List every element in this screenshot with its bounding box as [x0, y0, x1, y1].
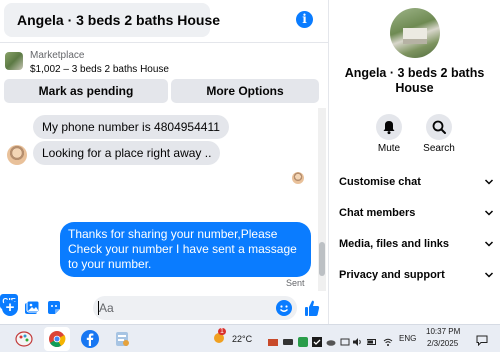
panel-title: Angela · 3 beds 2 baths House: [344, 66, 485, 95]
message-bubble-outgoing: Thanks for sharing your number,Please Ch…: [60, 222, 311, 277]
chevron-down-icon: [484, 179, 494, 185]
listing-thumbnail[interactable]: [5, 52, 23, 70]
weather-alert-badge: 1: [218, 328, 226, 335]
menu-privacy-support[interactable]: Privacy and support: [339, 265, 494, 285]
security-icon[interactable]: [312, 334, 322, 347]
message-input-placeholder: Aa: [99, 301, 114, 315]
info-icon[interactable]: i: [296, 11, 313, 28]
message-list[interactable]: My phone number is 4804954411 Looking fo…: [0, 108, 318, 291]
search-label: Search: [423, 143, 455, 154]
app-tray-icon[interactable]: [298, 334, 308, 347]
menu-label: Customise chat: [339, 176, 421, 188]
chat-scrollbar[interactable]: [318, 108, 326, 291]
emoji-icon[interactable]: [276, 300, 292, 316]
composer-bar: + GIF Aa: [0, 294, 328, 324]
header-divider: [0, 42, 328, 43]
clock-time[interactable]: 10:37 PM: [426, 327, 460, 336]
mark-as-pending-button[interactable]: Mark as pending: [4, 79, 168, 103]
notification-icon[interactable]: [476, 333, 488, 347]
weather-temperature[interactable]: 22°C: [232, 334, 252, 344]
search-icon: [432, 120, 446, 134]
sticker-icon[interactable]: [46, 300, 62, 316]
thumbs-up-icon[interactable]: [304, 299, 320, 317]
plus-icon[interactable]: +: [2, 300, 18, 316]
listing-summary[interactable]: $1,002 – 3 beds 2 baths House: [30, 64, 169, 75]
message-bubble-incoming: Looking for a place right away ..: [33, 141, 221, 165]
mute-button[interactable]: [376, 114, 402, 140]
mute-label: Mute: [377, 143, 401, 154]
sent-status: Sent: [286, 278, 305, 288]
cloud-icon[interactable]: [326, 334, 336, 346]
menu-label: Chat members: [339, 207, 416, 219]
app-icon-chrome[interactable]: [47, 329, 67, 349]
windows-taskbar: 1 22°C ENG 10:37 PM 2/3/2025: [0, 324, 500, 352]
app-icon-facebook[interactable]: [80, 329, 100, 349]
menu-label: Media, files and links: [339, 238, 450, 250]
photo-icon[interactable]: [24, 300, 40, 316]
app-icon-settings[interactable]: [112, 329, 132, 349]
bell-icon: [383, 121, 395, 135]
clock-date[interactable]: 2/3/2025: [427, 339, 458, 348]
mail-icon[interactable]: [268, 334, 278, 346]
menu-chat-members[interactable]: Chat members: [339, 203, 494, 223]
message-input[interactable]: Aa: [93, 296, 297, 320]
search-button[interactable]: [426, 114, 452, 140]
battery-icon[interactable]: [366, 334, 377, 345]
language-indicator[interactable]: ENG: [399, 334, 416, 343]
menu-media-files-links[interactable]: Media, files and links: [339, 234, 494, 254]
sender-avatar: [7, 145, 27, 165]
menu-customise-chat[interactable]: Customise chat: [339, 172, 494, 192]
devices-icon[interactable]: [283, 334, 293, 345]
chat-pane: Angela · 3 beds 2 baths House i Marketpl…: [0, 0, 328, 324]
wifi-icon[interactable]: [383, 334, 393, 346]
messenger-window: Angela · 3 beds 2 baths House i Marketpl…: [0, 0, 500, 352]
scrollbar-thumb[interactable]: [319, 242, 325, 276]
chevron-down-icon: [484, 272, 494, 278]
chat-header-button[interactable]: Angela · 3 beds 2 baths House: [4, 3, 220, 37]
message-bubble-incoming: My phone number is 4804954411: [33, 115, 229, 139]
chat-title: Angela · 3 beds 2 baths House: [17, 12, 221, 28]
contact-large-avatar[interactable]: [390, 8, 440, 58]
read-receipt-avatar: [292, 172, 304, 184]
tray-icon[interactable]: [340, 334, 350, 346]
volume-icon[interactable]: [353, 334, 363, 346]
marketplace-label: Marketplace: [30, 50, 85, 61]
more-options-button[interactable]: More Options: [171, 79, 319, 103]
chevron-down-icon: [484, 241, 494, 247]
app-icon-paint[interactable]: [14, 329, 34, 349]
chevron-down-icon: [484, 210, 494, 216]
menu-label: Privacy and support: [339, 269, 445, 281]
chat-info-panel: Angela · 3 beds 2 baths House Mute Searc…: [329, 0, 500, 324]
